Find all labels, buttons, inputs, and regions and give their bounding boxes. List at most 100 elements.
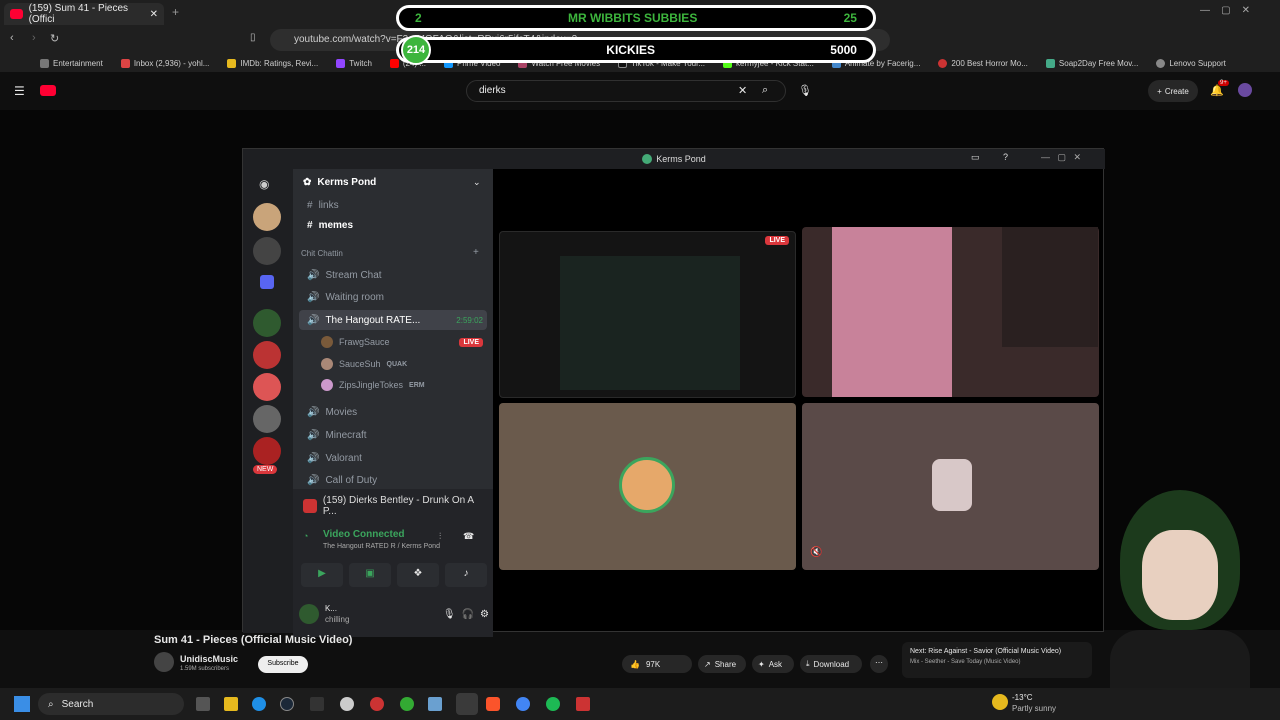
notepad-icon[interactable] <box>428 697 442 711</box>
menu-icon[interactable]: ☰ <box>14 84 25 98</box>
reload-icon[interactable]: ↻ <box>50 32 59 45</box>
thumb-up-icon: 👍 <box>630 659 640 669</box>
avatar <box>321 379 333 391</box>
soundboard-icon[interactable]: ♪ <box>445 563 487 587</box>
xbox-icon[interactable] <box>400 697 414 711</box>
server-icon[interactable] <box>253 437 281 465</box>
mic-icon[interactable]: 🎙 <box>443 609 456 620</box>
mic-icon[interactable]: 🎙 <box>798 84 812 97</box>
browser-tab[interactable]: (159) Sum 41 - Pieces (Offici ✕ <box>4 3 164 25</box>
channel-cod[interactable]: 🔊 Call of Duty <box>299 470 487 490</box>
add-channel-icon[interactable]: + <box>473 247 479 258</box>
bookmark-item[interactable]: Twitch <box>336 58 372 68</box>
window-controls[interactable]: — ▢ ✕ <box>1200 5 1250 16</box>
subscribe-button[interactable]: Subscribe <box>258 656 308 673</box>
participant-tile[interactable] <box>499 403 796 570</box>
voice-user[interactable]: FrawgSauce LIVE <box>313 333 483 351</box>
server-icon[interactable] <box>253 309 281 337</box>
server-icon[interactable] <box>253 405 281 433</box>
bookmark-icon[interactable]: ▯ <box>250 32 256 43</box>
channel-minecraft[interactable]: 🔊 Minecraft <box>299 425 487 445</box>
disconnect-icon[interactable]: ☎ <box>463 531 474 542</box>
subscriber-count: 1.59M subscribers <box>180 666 230 672</box>
taskbar-search[interactable]: ⌕ Search <box>38 693 184 715</box>
server-icon[interactable] <box>253 237 281 265</box>
window-controls[interactable]: — ▢ ✕ <box>1041 152 1081 163</box>
bookmark-item[interactable]: Soap2Day Free Mov... <box>1045 58 1138 68</box>
task-view-icon[interactable] <box>196 697 210 711</box>
camera-icon[interactable]: ▶ <box>301 563 343 587</box>
up-next-card[interactable]: Next: Rise Against - Savior (Official Mu… <box>902 642 1092 678</box>
channel-name[interactable]: UnidiscMusic <box>180 654 238 664</box>
bookmark-item[interactable]: IMDb: Ratings, Revi... <box>227 58 318 68</box>
bookmark-item[interactable]: 200 Best Horror Mo... <box>938 58 1028 68</box>
channel-hangout[interactable]: 🔊 The Hangout RATE... 2:59:02 <box>299 310 487 330</box>
obs-icon[interactable] <box>340 697 354 711</box>
weather-widget[interactable]: -13°C Partly sunny <box>1012 692 1056 714</box>
bookmark-item[interactable]: Lenovo Support <box>1156 58 1226 68</box>
server-icon[interactable] <box>253 203 281 231</box>
avatar[interactable] <box>299 604 319 624</box>
avatar[interactable] <box>1238 83 1252 97</box>
noise-icon[interactable]: ⫶ <box>439 531 441 542</box>
chrome-icon[interactable] <box>516 697 530 711</box>
screenshare-icon[interactable]: ▣ <box>349 563 391 587</box>
channel-avatar[interactable] <box>154 652 174 672</box>
download-button[interactable]: ⤓ Download <box>800 655 862 673</box>
webcam-tile[interactable] <box>802 227 1099 397</box>
voice-user[interactable]: ZipsJingleTokes ERM <box>313 376 483 394</box>
participant-tile[interactable]: 🔇 <box>802 403 1099 570</box>
bookmark-item[interactable]: Inbox (2,936) - yohl... <box>120 58 209 68</box>
brave-icon[interactable] <box>486 697 500 711</box>
epic-icon[interactable] <box>310 697 324 711</box>
activity-row[interactable]: (159) Dierks Bentley - Drunk On A P... <box>303 495 489 517</box>
voice-channel-label[interactable]: The Hangout RATED R / Kerms Pond <box>323 543 440 550</box>
discord-taskbar-icon[interactable] <box>456 693 478 715</box>
channel-waiting-room[interactable]: 🔊 Waiting room <box>299 287 487 307</box>
kickies-goal-bar: 214 KICKIES 5000 <box>396 35 876 65</box>
edge-icon[interactable] <box>252 697 266 711</box>
new-tab-icon[interactable]: + <box>172 5 179 19</box>
app-icon[interactable] <box>576 697 590 711</box>
folder-icon[interactable] <box>260 275 274 289</box>
activities-icon[interactable]: ❖ <box>397 563 439 587</box>
channel-stream-chat[interactable]: 🔊 Stream Chat <box>299 265 487 285</box>
close-icon[interactable]: ✕ <box>150 9 158 20</box>
steam-icon[interactable] <box>280 697 294 711</box>
stream-tile[interactable]: LIVE <box>499 231 796 398</box>
avatar <box>932 459 972 511</box>
voice-user[interactable]: SauceSuh QUAK <box>313 355 483 373</box>
more-button[interactable]: ⋯ <box>870 655 888 673</box>
discord-home-icon[interactable]: ◉ <box>259 177 269 191</box>
ask-button[interactable]: ✦ Ask <box>752 655 794 673</box>
channel-memes[interactable]: # memes <box>299 215 487 235</box>
chevron-down-icon[interactable]: ⌄ <box>473 177 481 188</box>
like-button[interactable]: 👍 97K <box>622 655 692 673</box>
channel-links[interactable]: # links <box>299 195 487 215</box>
channel-valorant[interactable]: 🔊 Valorant <box>299 448 487 468</box>
forward-icon[interactable]: › <box>32 32 36 44</box>
share-button[interactable]: ↗ Share <box>698 655 746 673</box>
server-header[interactable]: ✿ Kerms Pond <box>303 177 376 188</box>
speaker-icon: 🔊 <box>307 269 320 281</box>
channel-movies[interactable]: 🔊 Movies <box>299 402 487 422</box>
inbox-icon[interactable]: ▭ <box>971 152 980 163</box>
server-icon[interactable] <box>253 373 281 401</box>
search-icon[interactable]: ⌕ <box>762 84 768 97</box>
headphones-icon[interactable]: 🎧 <box>462 609 474 620</box>
app-icon[interactable] <box>370 697 384 711</box>
avatar <box>321 336 333 348</box>
user-name: K... <box>325 604 338 613</box>
bookmark-item[interactable]: Entertainment <box>40 58 103 68</box>
gear-icon[interactable]: ⚙ <box>480 609 489 620</box>
youtube-logo[interactable] <box>40 85 56 96</box>
help-icon[interactable]: ? <box>1003 152 1008 162</box>
spotify-icon[interactable] <box>546 697 560 711</box>
file-explorer-icon[interactable] <box>224 697 238 711</box>
start-icon[interactable] <box>14 696 30 712</box>
create-button[interactable]: + Create <box>1148 80 1198 102</box>
back-icon[interactable]: ‹ <box>10 32 14 44</box>
category-header[interactable]: Chit Chattin <box>301 249 343 258</box>
clear-search-icon[interactable]: ✕ <box>738 84 747 97</box>
server-icon[interactable] <box>253 341 281 369</box>
